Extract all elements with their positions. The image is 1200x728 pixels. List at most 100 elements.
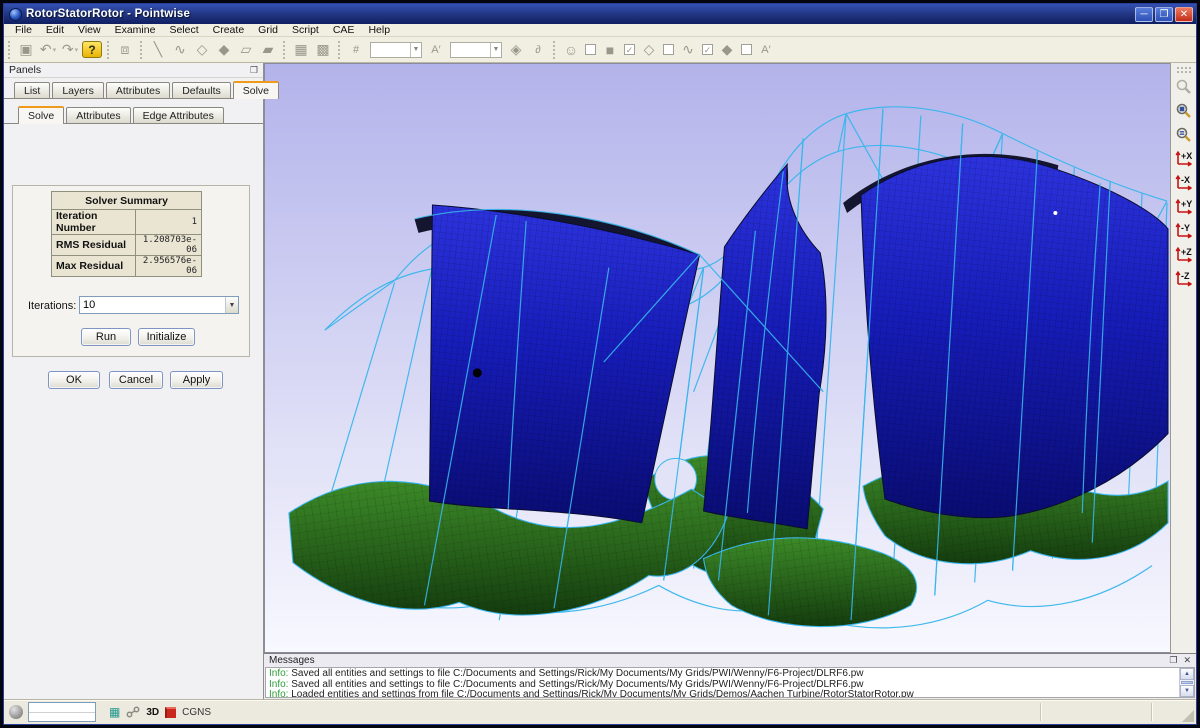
mask-connector-icon[interactable]: ∿ — [678, 40, 698, 60]
toolbar-grip[interactable] — [282, 41, 287, 59]
messages-scrollbar[interactable]: ▲ ▼ — [1179, 668, 1194, 697]
menu-script[interactable]: Script — [285, 24, 326, 36]
zoom-box-icon[interactable] — [1173, 99, 1195, 121]
chevron-down-icon[interactable]: ▼ — [410, 43, 421, 57]
help-icon[interactable]: ? — [82, 41, 102, 58]
ok-button[interactable]: OK — [48, 371, 100, 389]
dimension-icon[interactable]: # — [346, 40, 366, 60]
panels-icon[interactable]: ⧈ — [115, 40, 135, 60]
iterations-input[interactable] — [80, 297, 225, 313]
subtab-attributes[interactable]: Attributes — [66, 107, 130, 123]
cae-solver-label[interactable]: CGNS — [182, 707, 211, 718]
redo-icon[interactable]: ↷▾ — [60, 40, 80, 60]
menu-help[interactable]: Help — [361, 24, 397, 36]
mask-spacing-checkbox[interactable] — [741, 44, 752, 55]
tab-attributes[interactable]: Attributes — [106, 82, 170, 98]
tab-solve[interactable]: Solve — [233, 81, 279, 99]
tab-list[interactable]: List — [14, 82, 50, 98]
menu-select[interactable]: Select — [162, 24, 205, 36]
view-minus-z-button[interactable]: -Z — [1173, 267, 1195, 289]
chevron-down-icon[interactable]: ▼ — [490, 43, 501, 57]
menu-create[interactable]: Create — [206, 24, 252, 36]
menu-cae[interactable]: CAE — [326, 24, 362, 36]
domain-icon[interactable]: ◇ — [192, 40, 212, 60]
dimension-mode-label[interactable]: 3D — [146, 707, 159, 718]
close-icon[interactable]: ✕ — [1183, 655, 1191, 666]
selection-dot[interactable] — [473, 368, 482, 377]
grid-mode-icon[interactable]: ▦ — [109, 705, 120, 719]
zoom-equal-icon[interactable] — [1173, 123, 1195, 145]
spacing-combobox[interactable]: ▼ — [450, 42, 502, 58]
messages-header[interactable]: Messages ❐ ✕ — [264, 654, 1196, 667]
cae-cube-icon — [165, 707, 176, 718]
view-minus-y-button[interactable]: -Y — [1173, 219, 1195, 241]
mask-connector-checkbox[interactable] — [663, 44, 674, 55]
menu-view[interactable]: View — [71, 24, 108, 36]
curve-icon[interactable]: ∿ — [170, 40, 190, 60]
mask-spacing-icon[interactable]: A′ — [756, 40, 776, 60]
mask-database-icon[interactable]: ◆ — [717, 40, 737, 60]
toolbar-grip[interactable] — [106, 41, 111, 59]
connector-icon[interactable]: ╲ — [148, 40, 168, 60]
tab-defaults[interactable]: Defaults — [172, 82, 231, 98]
svg-text:-Z: -Z — [1181, 271, 1190, 281]
resize-grip[interactable] — [1182, 710, 1194, 722]
apply-button[interactable]: Apply — [170, 371, 223, 389]
close-button[interactable]: ✕ — [1175, 7, 1193, 22]
float-panel-icon[interactable]: ❐ — [250, 65, 258, 76]
mask-database-checkbox[interactable]: ✓ — [702, 44, 713, 55]
unstructured-grid-icon[interactable]: ▩ — [313, 40, 333, 60]
dimension-combobox[interactable]: ▼ — [370, 42, 422, 58]
view-plus-x-button[interactable]: +X — [1173, 147, 1195, 169]
toolbar-grip[interactable] — [337, 41, 342, 59]
messages-log[interactable]: Info: Saved all entities and settings to… — [265, 667, 1195, 698]
menu-edit[interactable]: Edit — [39, 24, 71, 36]
float-panel-icon[interactable]: ❐ — [1169, 655, 1177, 666]
block-icon[interactable]: ▱ — [236, 40, 256, 60]
iterations-combobox[interactable]: ▼ — [79, 296, 239, 314]
minimize-button[interactable]: ─ — [1135, 7, 1153, 22]
view-plus-y-button[interactable]: +Y — [1173, 195, 1195, 217]
3d-viewport[interactable] — [264, 63, 1170, 653]
restore-button[interactable]: ❐ — [1155, 7, 1173, 22]
mask-block-icon[interactable]: ■ — [600, 40, 620, 60]
tab-layers[interactable]: Layers — [52, 82, 104, 98]
cancel-button[interactable]: Cancel — [109, 371, 163, 389]
shaded-block-icon[interactable]: ▰ — [258, 40, 278, 60]
view-minus-x-button[interactable]: -X — [1173, 171, 1195, 193]
mask-domain-checkbox[interactable]: ✓ — [624, 44, 635, 55]
toolbar-grip[interactable] — [7, 41, 12, 59]
view-plus-z-button[interactable]: +Z — [1173, 243, 1195, 265]
scroll-down-icon[interactable]: ▼ — [1180, 685, 1194, 697]
svg-text:+Z: +Z — [1181, 247, 1192, 257]
boundary-icon[interactable]: ∂ — [528, 40, 548, 60]
subtab-solve[interactable]: Solve — [18, 106, 64, 124]
run-button[interactable]: Run — [81, 328, 131, 346]
subtab-edge-attributes[interactable]: Edge Attributes — [133, 107, 224, 123]
shaded-domain-icon[interactable]: ◆ — [214, 40, 234, 60]
scroll-up-icon[interactable]: ▲ — [1180, 668, 1194, 680]
panels-header[interactable]: Panels ❐ — [4, 63, 263, 78]
save-icon[interactable]: ▣ — [16, 40, 36, 60]
mask-face-icon[interactable]: ☺ — [561, 40, 581, 60]
spacing-combobox-input[interactable] — [451, 44, 490, 55]
toolbar-grip[interactable] — [1177, 71, 1191, 73]
mask-block-checkbox[interactable] — [585, 44, 596, 55]
toolbar-grip[interactable] — [139, 41, 144, 59]
structured-grid-icon[interactable]: ▦ — [291, 40, 311, 60]
menu-file[interactable]: File — [8, 24, 39, 36]
spacing-icon[interactable]: A′ — [426, 40, 446, 60]
menu-examine[interactable]: Examine — [108, 24, 163, 36]
toolbar-grip[interactable] — [1177, 67, 1191, 69]
scrollbar-thumb[interactable] — [1181, 681, 1193, 684]
undo-icon[interactable]: ↶▾ — [38, 40, 58, 60]
chevron-down-icon[interactable]: ▼ — [225, 297, 238, 313]
mask-domain-icon[interactable]: ◇ — [639, 40, 659, 60]
zoom-icon[interactable] — [1173, 75, 1195, 97]
toolbar-grip[interactable] — [552, 41, 557, 59]
dimension-combobox-input[interactable] — [371, 44, 410, 55]
initialize-button[interactable]: Initialize — [138, 328, 195, 346]
link-icon[interactable] — [126, 706, 140, 718]
menu-grid[interactable]: Grid — [251, 24, 285, 36]
solve-icon[interactable]: ◈ — [506, 40, 526, 60]
